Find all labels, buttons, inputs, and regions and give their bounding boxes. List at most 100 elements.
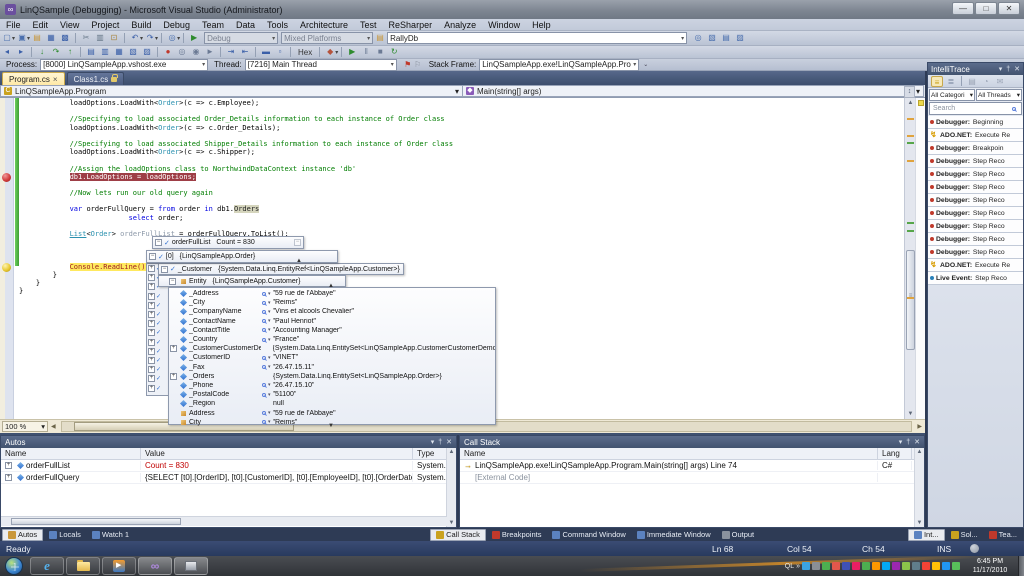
flag-outline-icon[interactable]: ⚐ xyxy=(413,60,423,70)
hex-button[interactable]: Hex xyxy=(294,47,316,58)
category-filter-combo[interactable]: All Categori ▾ xyxy=(929,89,975,101)
datatip-field-row[interactable]: _ContactTitle▾"Accounting Manager" xyxy=(169,326,495,335)
thread-combo[interactable]: [7216] Main Thread▾ xyxy=(245,59,397,71)
breakpoint-icon[interactable] xyxy=(2,173,11,182)
taskbar-app-button[interactable] xyxy=(174,557,208,575)
vertical-scrollbar[interactable]: ▲▼ xyxy=(914,448,924,527)
tray-icon[interactable] xyxy=(892,562,900,570)
pin-icon[interactable]: ✓ xyxy=(170,265,176,273)
tray-icon[interactable] xyxy=(812,562,820,570)
taskbar-mediaplayer-button[interactable] xyxy=(102,557,136,575)
intellitrace-event[interactable]: ↯ADO.NET: Execute Re xyxy=(928,129,1023,142)
tool-tab-int-[interactable]: Int... xyxy=(908,529,945,541)
datatip-field-row[interactable]: _Address▾"59 rue de l'Abbaye" xyxy=(169,289,495,298)
tool-tab-autos[interactable]: Autos xyxy=(2,529,43,541)
datatip-field-row[interactable]: _Regionnull xyxy=(169,399,495,408)
tab-class1-cs[interactable]: Class1.cs xyxy=(67,72,125,85)
scroll-down-icon[interactable]: ▼ xyxy=(915,520,924,526)
tray-icon[interactable] xyxy=(922,562,930,570)
pin-icon[interactable]: † xyxy=(438,439,442,446)
pin-icon[interactable]: † xyxy=(906,439,910,446)
copy-icon[interactable]: ▥ xyxy=(94,32,106,44)
tray-overflow-icon[interactable]: » xyxy=(796,563,800,570)
scroll-up-icon[interactable]: ▲ xyxy=(447,449,456,455)
close-icon[interactable]: × xyxy=(53,73,58,86)
expand-icon[interactable]: + xyxy=(148,320,155,327)
find-in-files-icon[interactable]: ◎ xyxy=(692,32,704,44)
menu-data[interactable]: Data xyxy=(230,19,261,31)
menu-window[interactable]: Window xyxy=(482,19,526,31)
flag-icon[interactable]: ⚑ xyxy=(403,60,413,70)
scrollbar-thumb[interactable] xyxy=(906,250,915,350)
object-browser-icon[interactable]: ▨ xyxy=(734,32,746,44)
expand-icon[interactable]: + xyxy=(148,385,155,392)
scroll-up-icon[interactable]: ▲ xyxy=(328,283,334,289)
autos-title-bar[interactable]: Autos ▾ † ✕ xyxy=(1,436,456,448)
search-input[interactable]: Search xyxy=(929,102,1022,115)
taskbar-clock[interactable]: 6:45 PM 11/17/2010 xyxy=(964,557,1016,575)
pin-icon[interactable]: ✓ xyxy=(156,320,161,327)
settings-icon[interactable]: ◔ xyxy=(980,76,992,87)
restart-icon[interactable]: ↻ xyxy=(388,46,400,58)
datatip-field-row[interactable]: _PostalCode▾"51100" xyxy=(169,390,495,399)
watch-row[interactable]: +orderFullListCount = 830System.C xyxy=(1,460,456,472)
tool-tab-locals[interactable]: Locals xyxy=(44,529,86,541)
pin-icon[interactable]: ✓ xyxy=(156,385,161,392)
platform-combo[interactable]: Mixed Platforms▾ xyxy=(281,32,373,44)
remove-icon[interactable]: − xyxy=(294,239,301,246)
type-dropdown[interactable]: C LinQSampleApp.Program ▾ xyxy=(0,85,463,97)
chevron-down-icon[interactable]: ▾ xyxy=(268,300,271,306)
collapse-icon[interactable]: − xyxy=(161,266,168,273)
magnifier-icon[interactable] xyxy=(262,365,266,369)
tray-icon[interactable] xyxy=(872,562,880,570)
solution-explorer-icon[interactable]: ▧ xyxy=(706,32,718,44)
column-header-lang[interactable]: Lang xyxy=(878,448,912,459)
scroll-down-icon[interactable]: ▼ xyxy=(328,423,334,429)
step-into-icon[interactable]: ↓ xyxy=(36,46,48,58)
close-icon[interactable]: ✕ xyxy=(1014,65,1020,73)
tray-icon[interactable] xyxy=(802,562,810,570)
scroll-right-icon[interactable]: ▶ xyxy=(914,423,925,430)
watch-window-icon[interactable]: ▤ xyxy=(85,46,97,58)
chevron-down-icon[interactable]: ▾ xyxy=(268,318,271,324)
intellitrace-event[interactable]: ↯ADO.NET: Execute Re xyxy=(928,259,1023,272)
memory-window-icon[interactable]: ▫ xyxy=(274,46,286,58)
scroll-up-icon[interactable]: ▲ xyxy=(296,258,302,264)
tab-program-cs[interactable]: Program.cs× xyxy=(2,72,65,85)
tool-tab-call-stack[interactable]: Call Stack xyxy=(430,529,486,541)
process-combo[interactable]: [8000] LinQSampleApp.vshost.exe▾ xyxy=(40,59,208,71)
save-all-icon[interactable]: ▩ xyxy=(59,32,71,44)
expand-icon[interactable]: + xyxy=(5,474,12,481)
column-header-name[interactable]: Name xyxy=(1,448,141,459)
tray-icon[interactable] xyxy=(832,562,840,570)
tray-icon[interactable] xyxy=(932,562,940,570)
navigate-forward-icon[interactable]: ▸ xyxy=(15,46,27,58)
chevron-down-icon[interactable]: ▾ xyxy=(268,337,271,343)
pin-icon[interactable]: ✓ xyxy=(164,239,170,247)
find-symbol-icon[interactable]: ◉ xyxy=(190,46,202,58)
run-icon[interactable]: ▶ xyxy=(346,46,358,58)
scroll-left-icon[interactable]: ◀ xyxy=(48,423,59,430)
intellitrace-event[interactable]: Debugger: Step Reco xyxy=(928,220,1023,233)
datatip-field-row[interactable]: Address▾"59 rue de l'Abbaye" xyxy=(169,408,495,417)
magnifier-icon[interactable] xyxy=(262,383,266,387)
pin-icon[interactable]: ✓ xyxy=(156,302,161,309)
column-header-type[interactable]: Type xyxy=(413,448,447,459)
column-header-value[interactable]: Value xyxy=(141,448,413,459)
tool-tab-immediate-window[interactable]: Immediate Window xyxy=(632,529,716,541)
menu-debug[interactable]: Debug xyxy=(157,19,196,31)
locals-window-icon[interactable]: ▥ xyxy=(99,46,111,58)
pin-icon[interactable]: ✓ xyxy=(156,348,161,355)
menu-test[interactable]: Test xyxy=(354,19,383,31)
tray-icon[interactable] xyxy=(842,562,850,570)
step-out-icon[interactable]: ↑ xyxy=(64,46,76,58)
intellitrace-event[interactable]: Live Event: Step Reco xyxy=(928,272,1023,285)
open-file-icon[interactable]: ▤ xyxy=(31,32,43,44)
vertical-scrollbar[interactable]: ▲ ▼ xyxy=(904,98,915,419)
magnifier-icon[interactable] xyxy=(262,328,266,332)
zoom-combo[interactable]: 100 % ▾ xyxy=(2,421,48,432)
menu-architecture[interactable]: Architecture xyxy=(294,19,354,31)
expand-icon[interactable]: + xyxy=(148,348,155,355)
column-header-name[interactable]: Name xyxy=(460,448,878,459)
window-position-icon[interactable]: ▾ xyxy=(999,65,1003,73)
